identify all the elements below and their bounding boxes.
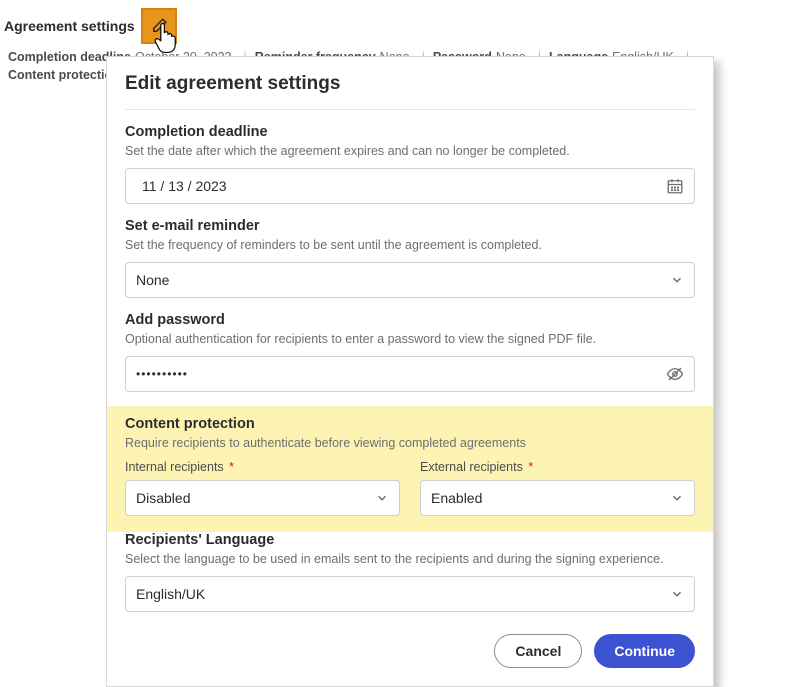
password-section: Add password Optional authentication for…: [125, 312, 695, 392]
edit-agreement-settings-dialog: Edit agreement settings Completion deadl…: [106, 56, 714, 687]
required-mark: *: [229, 460, 234, 474]
password-sub: Optional authentication for recipients t…: [125, 332, 695, 346]
recipients-language-title: Recipients' Language: [125, 532, 695, 548]
required-mark: *: [528, 460, 533, 474]
completion-deadline-sub: Set the date after which the agreement e…: [125, 144, 695, 158]
password-title: Add password: [125, 312, 695, 328]
pencil-icon: [150, 17, 168, 35]
completion-deadline-title: Completion deadline: [125, 124, 695, 140]
reminder-frequency-select[interactable]: None: [125, 262, 695, 298]
page-title: Agreement settings: [4, 18, 135, 34]
chevron-down-icon: [670, 491, 684, 505]
external-recipients-value: Enabled: [431, 490, 670, 506]
edit-settings-button[interactable]: [141, 8, 177, 44]
reminder-select-value: None: [136, 272, 670, 288]
external-recipients-col: External recipients * Enabled: [420, 460, 695, 516]
internal-recipients-value: Disabled: [136, 490, 375, 506]
summary-protection-label: Content protection: [8, 68, 120, 82]
content-protection-section: Content protection Require recipients to…: [107, 406, 713, 532]
date-value: 11 / 13 / 2023: [142, 178, 227, 194]
recipients-language-select[interactable]: English/UK: [125, 576, 695, 612]
chevron-down-icon: [375, 491, 389, 505]
email-reminder-title: Set e-mail reminder: [125, 218, 695, 234]
internal-recipients-select[interactable]: Disabled: [125, 480, 400, 516]
content-protection-sub: Require recipients to authenticate befor…: [125, 436, 695, 450]
external-recipients-label: External recipients: [420, 460, 523, 474]
continue-button[interactable]: Continue: [594, 634, 695, 668]
recipients-language-section: Recipients' Language Select the language…: [125, 532, 695, 612]
recipients-language-sub: Select the language to be used in emails…: [125, 552, 695, 566]
password-masked-value: ••••••••••: [136, 367, 188, 381]
email-reminder-sub: Set the frequency of reminders to be sen…: [125, 238, 695, 252]
email-reminder-section: Set e-mail reminder Set the frequency of…: [125, 218, 695, 298]
completion-deadline-input[interactable]: 11 / 13 / 2023: [125, 168, 695, 204]
completion-deadline-section: Completion deadline Set the date after w…: [125, 124, 695, 204]
internal-recipients-label: Internal recipients: [125, 460, 224, 474]
external-recipients-select[interactable]: Enabled: [420, 480, 695, 516]
password-input[interactable]: ••••••••••: [125, 356, 695, 392]
content-protection-title: Content protection: [125, 416, 695, 432]
cancel-button[interactable]: Cancel: [494, 634, 582, 668]
chevron-down-icon: [670, 587, 684, 601]
calendar-icon[interactable]: [666, 177, 684, 195]
dialog-button-row: Cancel Continue: [125, 634, 695, 668]
recipients-language-value: English/UK: [136, 586, 670, 602]
internal-recipients-col: Internal recipients * Disabled: [125, 460, 400, 516]
dialog-title: Edit agreement settings: [125, 73, 695, 110]
chevron-down-icon: [670, 273, 684, 287]
visibility-off-icon[interactable]: [666, 365, 684, 383]
